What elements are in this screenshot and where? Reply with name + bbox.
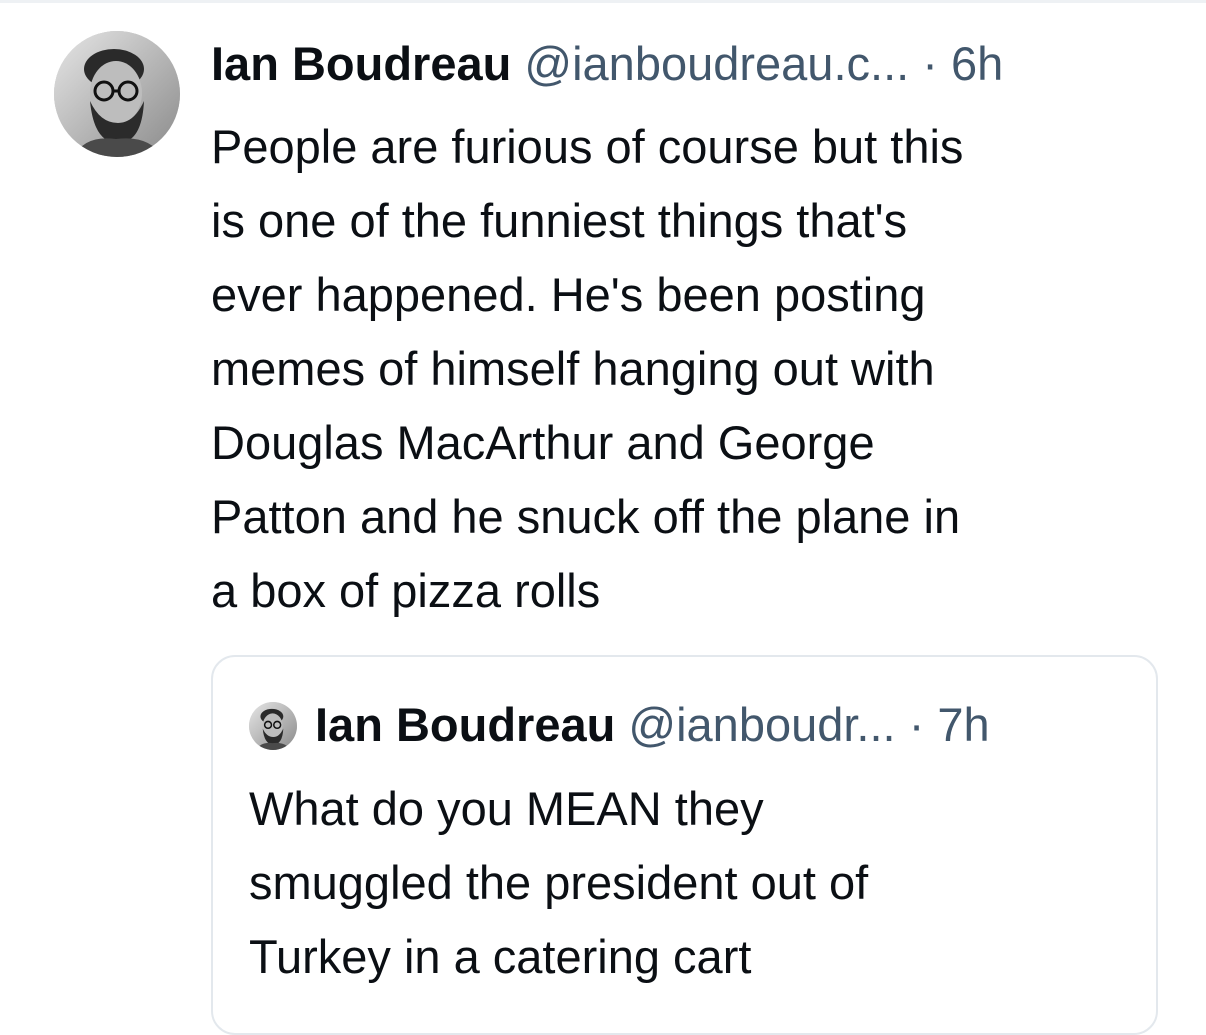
post-body: People are furious of course but this is… (211, 110, 1171, 628)
quoted-post-body: What do you MEAN they smuggled the presi… (249, 772, 1129, 994)
quoted-author-display-name[interactable]: Ian Boudreau (315, 698, 615, 751)
author-handle[interactable]: @ianboudreau.c... (524, 37, 909, 90)
author-display-name[interactable]: Ian Boudreau (211, 37, 511, 90)
avatar-photo-icon (54, 31, 180, 157)
quoted-post[interactable]: Ian Boudreau @ianboudr... · 7h What do y… (211, 655, 1158, 1035)
quoted-post-header: Ian Boudreau @ianboudr... · 7h (315, 695, 990, 755)
quoted-post-body-line: What do you MEAN they (249, 782, 764, 835)
post-body-line: is one of the funniest things that's (211, 194, 908, 247)
post[interactable]: Ian Boudreau @ianboudreau.c... · 6h Peop… (0, 0, 1206, 1035)
quoted-author-avatar[interactable] (249, 702, 297, 750)
post-body-line: Patton and he snuck off the plane in (211, 490, 961, 543)
quoted-header-separator: · (908, 698, 925, 751)
quoted-post-timestamp[interactable]: 7h (937, 698, 989, 751)
quoted-post-body-line: Turkey in a catering cart (249, 930, 752, 983)
post-timestamp[interactable]: 6h (951, 37, 1003, 90)
post-body-line: ever happened. He's been posting (211, 268, 926, 321)
quoted-author-handle[interactable]: @ianboudr... (628, 698, 895, 751)
quoted-post-body-line: smuggled the president out of (249, 856, 869, 909)
author-avatar[interactable] (54, 31, 180, 157)
post-body-line: a box of pizza rolls (211, 564, 601, 617)
post-header: Ian Boudreau @ianboudreau.c... · 6h (211, 34, 1171, 94)
post-body-line: People are furious of course but this (211, 120, 964, 173)
avatar-photo-icon (249, 702, 297, 750)
post-body-line: memes of himself hanging out with (211, 342, 935, 395)
header-separator: · (922, 37, 938, 90)
post-body-line: Douglas MacArthur and George (211, 416, 875, 469)
